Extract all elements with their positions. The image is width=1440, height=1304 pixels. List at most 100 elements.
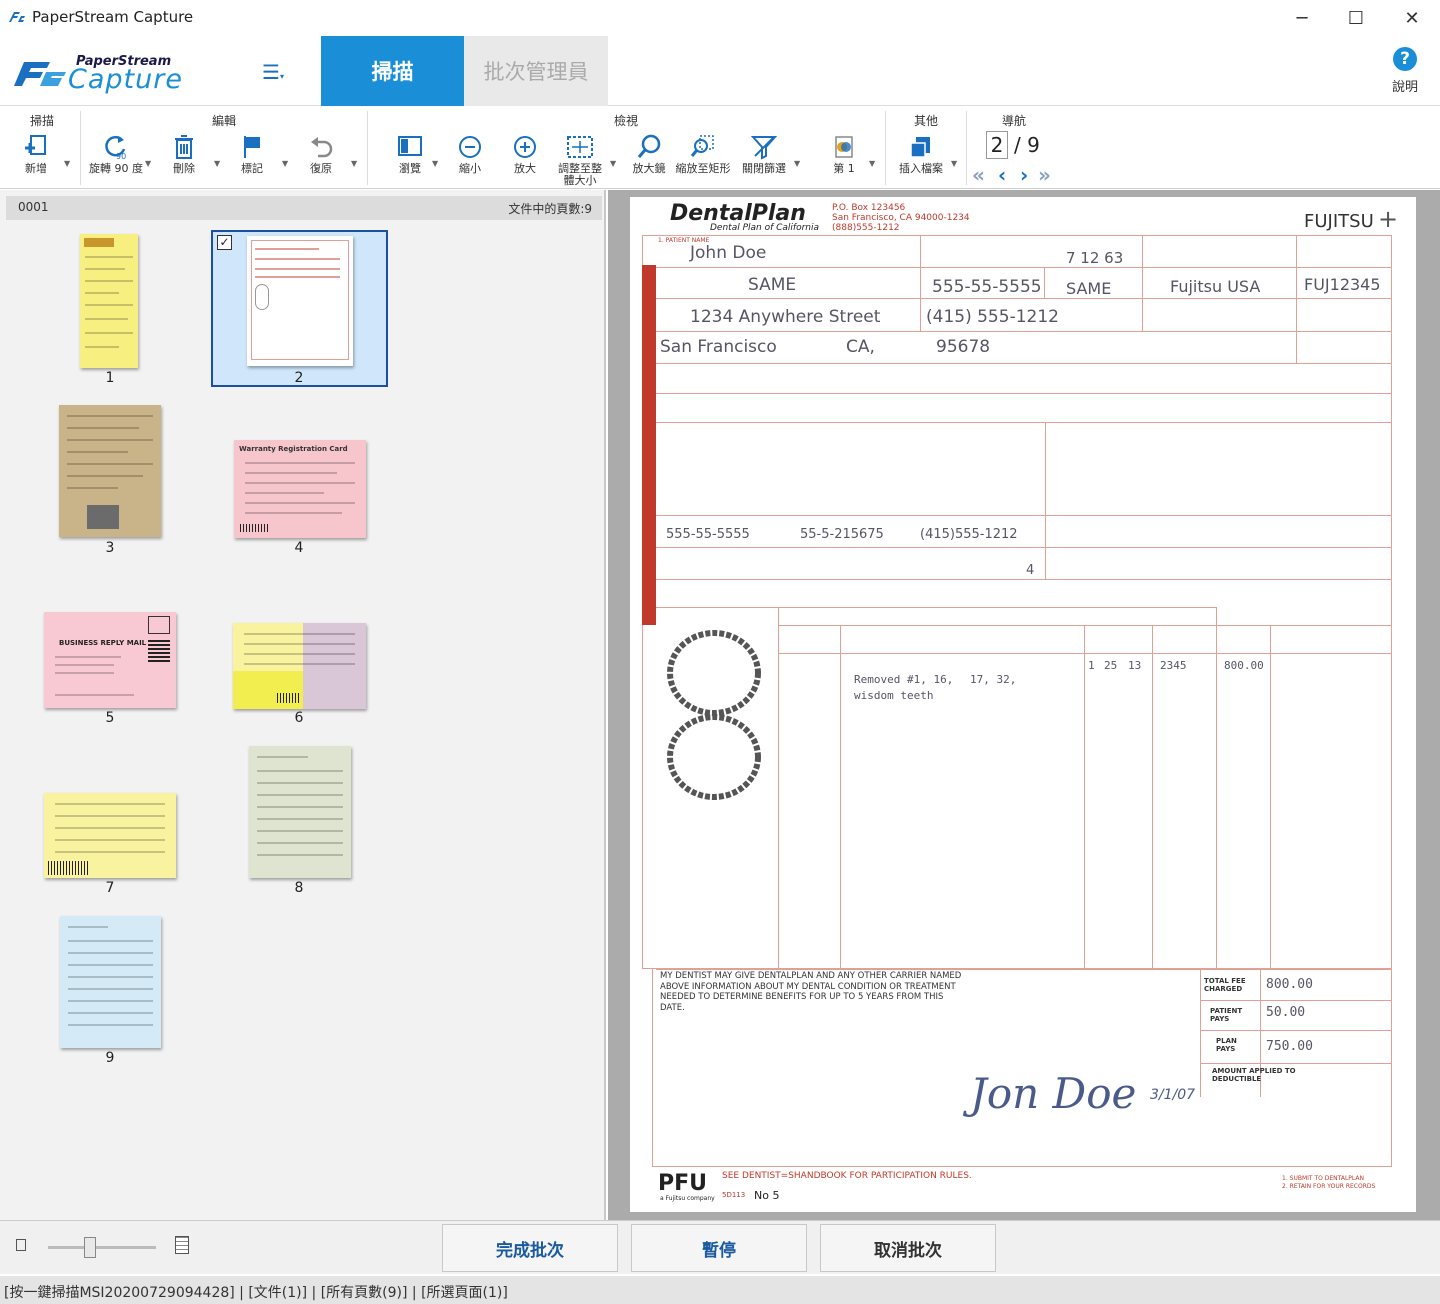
rotate-button[interactable]: 90 旋轉 90 度 [86,131,146,187]
browse-button[interactable]: 瀏覽 [380,131,440,187]
close-filter-button[interactable]: 關閉篩選 [734,131,794,187]
patient-pays-label: PATIENT PAYS [1210,1007,1243,1023]
signature-date: 3/1/07 [1150,1087,1196,1103]
insert-file-icon [891,131,951,163]
magnifier-button[interactable]: 放大鏡 [619,131,679,187]
thumbnail-2-selected[interactable]: ✓ [211,230,388,387]
zip-value: 95678 [936,337,991,357]
treatment-line-1b: 17, 32, [970,673,1017,686]
page-thumbnail [247,236,353,366]
insert-dropdown-arrow[interactable]: ▼ [951,159,957,168]
finish-batch-button[interactable]: 完成批次 [442,1224,618,1272]
fee-value: 800.00 [1224,659,1264,672]
thumbnail-6[interactable] [233,623,366,709]
pause-button[interactable]: 暫停 [631,1224,807,1272]
restore-dropdown-arrow[interactable]: ▼ [351,159,357,168]
insert-file-button[interactable]: 插入檔案 [891,131,951,187]
fit-whole-button[interactable]: 調整至整體大小 [550,131,610,187]
rotate-dropdown-arrow[interactable]: ▼ [145,159,151,168]
delete-dropdown-arrow[interactable]: ▼ [214,159,220,168]
filter-dropdown-arrow[interactable]: ▼ [794,159,800,168]
signature: Jon Doe [970,1069,1137,1118]
thumbnail-9[interactable] [60,916,161,1048]
authorization-text: MY DENTIST MAY GIVE DENTALPLAN AND ANY O… [660,971,962,1013]
tooth-chart [662,627,766,803]
large-page-icon [175,1236,189,1254]
thumbnail-5[interactable]: BUSINESS REPLY MAIL [44,612,176,708]
page-dropdown-arrow[interactable]: ▼ [869,159,875,168]
page-thumbnail: BUSINESS REPLY MAIL [44,612,176,708]
next-page-icon[interactable]: › [1020,163,1028,187]
group-title-nav: 導航 [1001,114,1026,128]
group-number-value: FUJ12345 [1304,275,1381,294]
zoom-in-label: 放大 [514,162,536,175]
document-id: 0001 [18,200,49,214]
page-button[interactable]: 第 1 [814,131,874,187]
rotate-icon: 90 [86,131,146,163]
minimize-button[interactable]: ─ [1274,0,1330,36]
thumbnail-1[interactable] [80,234,138,368]
thumbnail-4[interactable]: Warranty Registration Card [234,440,366,538]
filter-off-icon [734,131,794,163]
zoom-in-button[interactable]: 放大 [495,131,555,187]
thumbnail-3[interactable] [59,405,161,537]
group-title-scan: 掃描 [29,114,54,128]
prev-page-icon[interactable]: ‹ [998,163,1006,187]
cancel-batch-button[interactable]: 取消批次 [820,1224,996,1272]
app-icon [8,9,26,23]
zoom-out-label: 縮小 [459,162,481,175]
document-header[interactable]: 0001 文件中的頁數:9 [6,196,602,220]
help-icon[interactable]: ? [1393,47,1417,71]
checkbox-icon[interactable]: ✓ [217,235,232,250]
ribbon-separator [367,111,368,185]
maximize-button[interactable]: ☐ [1328,0,1384,36]
fit-label: 調整至整體大小 [558,162,602,187]
status-bar: [按一鍵掃描MSI20200729094428] | [文件(1)] | [所有… [0,1276,1440,1304]
mark-button[interactable]: 標記 [222,131,282,187]
thumbnail-number: 4 [294,540,304,556]
mark-label: 標記 [241,162,263,175]
tab-scan[interactable]: 掃描 [321,36,464,106]
thumbnail-number: 9 [105,1050,115,1066]
document-preview[interactable]: DentalPlan Dental Plan of California P.O… [630,197,1416,1212]
undo-icon [291,131,351,163]
browse-dropdown-arrow[interactable]: ▼ [432,159,438,168]
total-fee-value: 800.00 [1266,977,1313,992]
small-page-icon [16,1239,26,1251]
thumbnail-8[interactable] [249,746,351,878]
menu-icon[interactable]: ☰▾ [262,62,296,82]
insert-file-label: 插入檔案 [899,162,943,175]
tab-batch-manager[interactable]: 批次管理員 [464,36,608,106]
thumbnail-title: BUSINESS REPLY MAIL [59,639,147,647]
mark-dropdown-arrow[interactable]: ▼ [282,159,288,168]
slider-handle[interactable] [84,1237,96,1258]
close-button[interactable]: ✕ [1384,0,1440,36]
how-many-value: 4 [1026,563,1035,578]
add-button[interactable]: 新增 [6,131,66,187]
app-logo: PaperStream Capture [10,52,200,96]
birth-date-value: 7 12 63 [1066,249,1124,267]
flag-icon [222,131,282,163]
thumbnail-size-slider[interactable] [48,1237,156,1258]
app-window: PaperStream Capture ─ ☐ ✕ PaperStream Ca… [0,0,1440,1304]
restore-label: 復原 [310,162,332,175]
fit-dropdown-arrow[interactable]: ▼ [610,159,616,168]
plan-pays-label: PLAN PAYS [1216,1037,1237,1053]
thumbnail-number: 8 [294,880,304,896]
ribbon: 掃描 編輯 檢視 其他 導航 新增 ▼ 90 旋轉 90 度 ▼ 刪除 ▼ 標記… [0,107,1440,189]
zoom-rect-button[interactable]: 縮放至矩形 [673,131,733,187]
delete-button[interactable]: 刪除 [154,131,214,187]
patient-pays-value: 50.00 [1266,1005,1306,1020]
last-page-icon[interactable]: » [1038,163,1051,187]
zoom-out-button[interactable]: 縮小 [440,131,500,187]
thumbnail-7[interactable] [44,793,176,878]
restore-button[interactable]: 復原 [291,131,351,187]
fit-icon [550,131,610,163]
add-dropdown-arrow[interactable]: ▼ [64,159,70,168]
footer-right-2: 2. RETAIN FOR YOUR RECORDS [1282,1183,1376,1190]
svg-text:90: 90 [116,152,126,161]
first-page-icon[interactable]: « [972,163,985,187]
page-number-input[interactable]: 2 [986,131,1008,159]
browse-icon [380,131,440,163]
group-title-edit: 編輯 [211,114,236,128]
